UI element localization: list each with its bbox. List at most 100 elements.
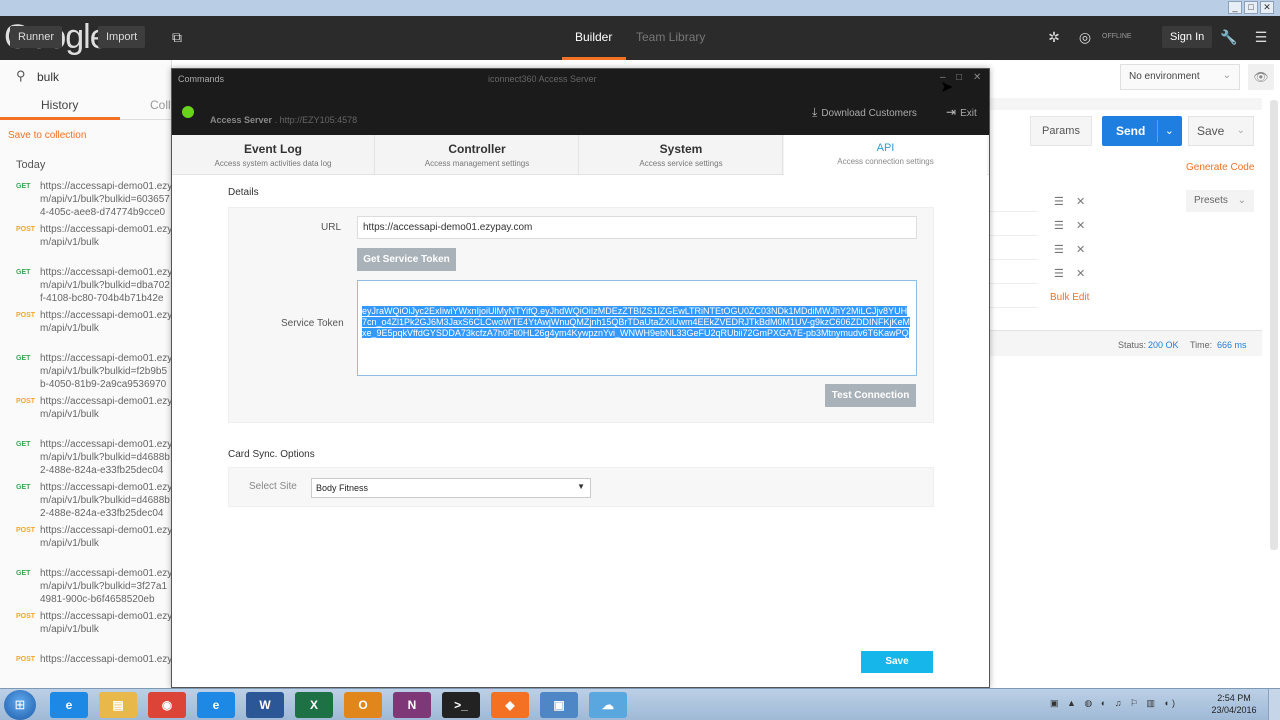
select-site-dropdown[interactable]: Body Fitness ▼ [311,478,591,498]
url-input[interactable]: https://accessapi-demo01.ezypay.com [357,216,917,239]
header-row[interactable] [990,214,1038,236]
request-tabs-strip [990,98,1262,110]
sign-in-button[interactable]: Sign In [1162,26,1213,48]
send-label: Send [1116,124,1146,138]
eye-icon[interactable]: 👁 [1248,64,1274,90]
import-button[interactable]: Import [98,26,146,48]
tab-builder[interactable]: Builder [575,30,612,44]
tab-team-library[interactable]: Team Library [636,30,705,44]
delete-row-icon[interactable]: ✕ [1076,243,1085,256]
download-customers-label: Download Customers [821,108,917,119]
history-item[interactable]: POST https://accessapi-demo01.ezy [0,653,171,688]
delete-row-icon[interactable]: ✕ [1076,267,1085,280]
taskbar-cmd-icon[interactable]: >_ [442,692,480,718]
header-row[interactable] [990,286,1038,308]
history-item[interactable]: POST https://accessapi-demo01.ezy m/api/v… [0,610,171,653]
taskbar-ie-icon[interactable]: e [50,692,88,718]
bulk-edit-link[interactable]: Bulk Edit [1050,292,1089,303]
history-method: GET [16,269,31,276]
history-item[interactable]: GET https://accessapi-demo01.ezy m/api/v1… [0,438,171,481]
wrench-icon[interactable]: 🔧 [1220,28,1238,46]
header-row[interactable] [990,262,1038,284]
test-connection-button[interactable]: Test Connection [825,384,916,407]
tab-api[interactable]: API Access connection settings [784,135,987,175]
dialog-title: iconnect360 Access Server [488,74,597,84]
history-item[interactable]: POST https://accessapi-demo01.ezy m/api/v… [0,524,171,567]
delete-row-icon[interactable]: ✕ [1076,219,1085,232]
server-label: Access Server [210,115,273,125]
download-user-icon: ⤓ [812,105,818,119]
save-to-collection-link[interactable]: Save to collection [0,120,171,150]
environment-select[interactable]: No environment ⌄ [1120,64,1240,90]
history-item[interactable]: GET https://accessapi-demo01.ezy m/api/v1… [0,266,171,309]
taskbar-chrome-icon[interactable]: ◉ [148,692,186,718]
history-item[interactable]: GET https://accessapi-demo01.ezy m/api/v1… [0,352,171,395]
taskbar-outlook-icon[interactable]: O [344,692,382,718]
generate-code-link[interactable]: Generate Code [1186,162,1254,173]
header-row[interactable] [990,190,1038,212]
tab-event-log[interactable]: Event Log Access system activities data … [172,135,375,175]
close-icon[interactable]: ✕ [973,72,981,83]
clock[interactable]: 2:54 PM 23/04/2016 [1206,692,1262,716]
history-item[interactable]: GET https://accessapi-demo01.ezy m/api/v1… [0,567,171,610]
service-token-value: eyJraWQiOiJyc2ExIiwiYWxnIjoiUlMyNTYifQ.e… [362,306,910,338]
exit-icon: ⇥ [946,105,957,119]
tab-controller[interactable]: Controller Access management settings [376,135,579,175]
show-desktop-button[interactable] [1268,689,1280,720]
import-label: Import [106,31,138,43]
dialog-tabs: Event Log Access system activities data … [172,135,989,175]
menu-icon[interactable]: ☰ [1252,28,1270,46]
history-item[interactable]: POST https://accessapi-demo01.ezy m/api/v… [0,395,171,438]
history-item[interactable]: GET https://accessapi-demo01.ezy m/api/v1… [0,180,171,223]
start-button[interactable]: ⊞ [4,690,36,720]
tab-collections[interactable]: Coll [150,98,171,112]
history-method: GET [16,441,31,448]
commands-label[interactable]: Commands [178,74,224,84]
search-icon: ⚲ [16,68,26,83]
tab-history[interactable]: History [41,98,78,112]
minimize-icon[interactable]: _ [1228,1,1242,14]
taskbar-explorer-icon[interactable]: ▤ [99,692,137,718]
download-customers-button[interactable]: ⤓ Download Customers [812,105,917,120]
get-service-token-button[interactable]: Get Service Token [357,248,456,271]
history-item[interactable]: POST https://accessapi-demo01.ezy m/api/v… [0,223,171,266]
save-button[interactable]: Save [861,651,933,673]
interceptor-icon[interactable]: ✲ [1045,28,1063,46]
server-info: Access Server . http://EZY105:4578 [210,115,358,125]
sync-icon[interactable]: ◎ [1076,28,1094,46]
taskbar-word-icon[interactable]: W [246,692,284,718]
close-icon[interactable]: ✕ [1260,1,1274,14]
service-token-textarea[interactable]: eyJraWQiOiJyc2ExIiwiYWxnIjoiUlMyNTYifQ.e… [357,280,917,376]
send-button[interactable]: Send ⌄ [1102,116,1182,146]
params-button[interactable]: Params [1030,116,1092,146]
scrollbar[interactable] [1270,100,1278,550]
taskbar-excel-icon[interactable]: X [295,692,333,718]
history-item[interactable]: POST https://accessapi-demo01.ezy m/api/v… [0,309,171,352]
presets-dropdown[interactable]: Presets ⌄ [1186,190,1254,212]
taskbar-ie2-icon[interactable]: e [197,692,235,718]
exit-button[interactable]: ⇥ Exit [946,105,977,119]
runner-button[interactable]: Runner [10,26,63,48]
system-tray[interactable]: ▣ ▲ ◍ ◐ ♫ ⚐ ▥ ◖) [1050,698,1178,709]
taskbar-app-icon[interactable]: ▣ [540,692,578,718]
taskbar-postman-icon[interactable]: ◆ [491,692,529,718]
new-tab-icon[interactable]: ⧉ [168,28,186,46]
active-tab-indicator [562,57,626,60]
drag-handle-icon[interactable]: ☰ [1054,219,1064,232]
delete-row-icon[interactable]: ✕ [1076,195,1085,208]
drag-handle-icon[interactable]: ☰ [1054,243,1064,256]
save-request-button[interactable]: Save ⌄ [1188,116,1254,146]
drag-handle-icon[interactable]: ☰ [1054,267,1064,280]
drag-handle-icon[interactable]: ☰ [1054,195,1064,208]
send-chevron-down-icon[interactable]: ⌄ [1165,116,1174,146]
maximize-icon[interactable]: □ [956,72,962,83]
header-row[interactable] [990,238,1038,260]
tab-system[interactable]: System Access service settings [580,135,783,175]
save-chevron-down-icon[interactable]: ⌄ [1237,117,1245,145]
maximize-icon[interactable]: □ [1244,1,1258,14]
sidebar-search[interactable]: ⚲ bulk [0,60,171,90]
taskbar-onenote-icon[interactable]: N [393,692,431,718]
search-input[interactable]: bulk [37,70,59,84]
history-item[interactable]: GET https://accessapi-demo01.ezy m/api/v1… [0,481,171,524]
taskbar-cloud-icon[interactable]: ☁ [589,692,627,718]
